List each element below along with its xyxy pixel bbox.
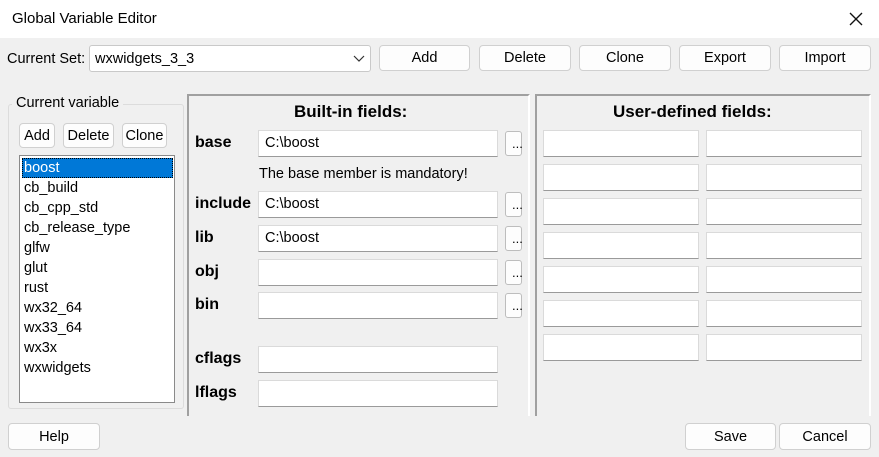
variable-list-item[interactable]: wx3x	[22, 338, 173, 358]
variable-list-item[interactable]: cb_build	[22, 178, 173, 198]
variable-list-item[interactable]: boost	[22, 158, 173, 178]
lflags-label: lflags	[195, 384, 237, 401]
user-field-key[interactable]	[543, 164, 699, 191]
set-delete-button[interactable]: Delete	[479, 45, 571, 71]
close-icon	[849, 12, 863, 26]
user-field-key[interactable]	[543, 300, 699, 327]
variable-list-item[interactable]: wxwidgets	[22, 358, 173, 378]
window-title: Global Variable Editor	[12, 10, 157, 27]
lib-label: lib	[195, 229, 214, 246]
user-field-value[interactable]	[706, 334, 862, 361]
set-clone-button[interactable]: Clone	[579, 45, 671, 71]
user-field-value[interactable]	[706, 198, 862, 225]
lib-browse-button[interactable]: ...	[505, 226, 523, 251]
user-field-value[interactable]	[706, 232, 862, 259]
variable-list-item[interactable]: cb_release_type	[22, 218, 173, 238]
builtin-fields-title: Built-in fields:	[294, 102, 408, 121]
variable-clone-button[interactable]: Clone	[122, 123, 167, 148]
chevron-down-icon	[353, 55, 365, 62]
user-defined-fields-title: User-defined fields:	[613, 102, 772, 121]
user-field-key[interactable]	[543, 232, 699, 259]
current-set-label: Current Set:	[7, 51, 86, 67]
set-import-button[interactable]: Import	[779, 45, 871, 71]
user-field-key[interactable]	[543, 266, 699, 293]
cflags-label: cflags	[195, 350, 242, 367]
base-label: base	[195, 134, 232, 151]
user-field-key[interactable]	[543, 334, 699, 361]
bin-field[interactable]	[258, 292, 498, 319]
variable-list-item[interactable]: cb_cpp_std	[22, 198, 173, 218]
variable-delete-button[interactable]: Delete	[63, 123, 114, 148]
base-mandatory-note: The base member is mandatory!	[259, 166, 468, 182]
variable-list-item[interactable]: wx32_64	[22, 298, 173, 318]
include-field[interactable]: C:\boost	[258, 191, 498, 218]
current-set-value: wxwidgets_3_3	[95, 51, 195, 67]
obj-field[interactable]	[258, 259, 498, 286]
lflags-field[interactable]	[258, 380, 498, 407]
user-field-value[interactable]	[706, 164, 862, 191]
cancel-button[interactable]: Cancel	[779, 423, 871, 450]
user-field-value[interactable]	[706, 130, 862, 157]
include-label: include	[195, 195, 252, 212]
base-field[interactable]: C:\boost	[258, 130, 498, 157]
base-browse-button[interactable]: ...	[505, 131, 523, 156]
include-browse-button[interactable]: ...	[505, 192, 523, 217]
cflags-field[interactable]	[258, 346, 498, 373]
variable-list-item[interactable]: glut	[22, 258, 173, 278]
title-bar: Global Variable Editor	[0, 0, 879, 38]
lib-field[interactable]: C:\boost	[258, 225, 498, 252]
obj-label: obj	[195, 263, 219, 280]
current-set-combobox[interactable]: wxwidgets_3_3	[89, 45, 371, 72]
set-export-button[interactable]: Export	[679, 45, 771, 71]
obj-browse-button[interactable]: ...	[505, 260, 523, 285]
bin-label: bin	[195, 296, 219, 313]
variable-add-button[interactable]: Add	[19, 123, 55, 148]
user-field-value[interactable]	[706, 266, 862, 293]
bin-browse-button[interactable]: ...	[505, 293, 523, 318]
close-button[interactable]	[833, 0, 879, 38]
current-variable-title: Current variable	[12, 95, 124, 111]
set-add-button[interactable]: Add	[379, 45, 470, 71]
help-button[interactable]: Help	[8, 423, 100, 450]
user-field-key[interactable]	[543, 130, 699, 157]
user-field-value[interactable]	[706, 300, 862, 327]
user-field-key[interactable]	[543, 198, 699, 225]
variable-list-item[interactable]: rust	[22, 278, 173, 298]
variable-list-item[interactable]: glfw	[22, 238, 173, 258]
save-button[interactable]: Save	[685, 423, 776, 450]
variable-list[interactable]: boost cb_build cb_cpp_std cb_release_typ…	[19, 155, 175, 403]
variable-list-item[interactable]: wx33_64	[22, 318, 173, 338]
